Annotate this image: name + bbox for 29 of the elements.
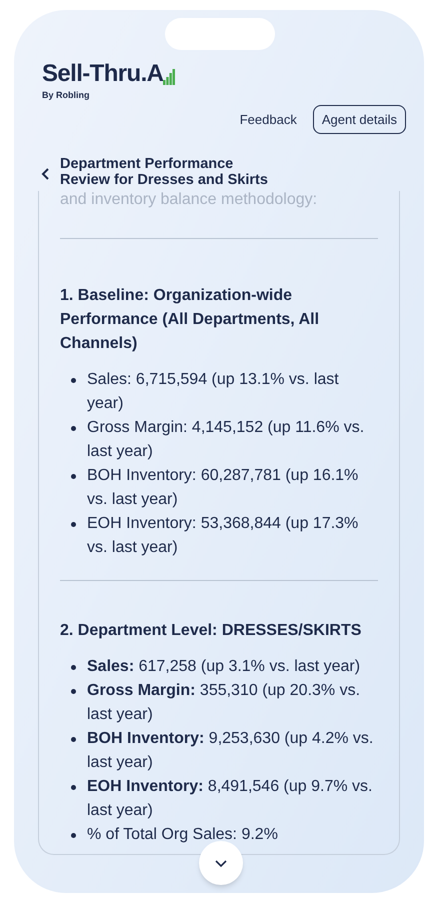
metric-text: Sales: 617,258 (up 3.1% vs. last year): [87, 657, 360, 677]
bullet-icon: [71, 474, 76, 479]
metric-text: EOH Inventory: 8,491,546 (up 9.7% vs. last year): [87, 777, 374, 821]
section-heading: 2. Department Level: DRESSES/SKIRTS: [60, 621, 362, 641]
bars-icon: [163, 69, 176, 85]
faded-text: and inventory balance methodology:: [60, 191, 318, 209]
bullet-icon: [71, 665, 76, 670]
metric-text: % of Total Org Sales: 9.2%: [87, 825, 278, 845]
agent-details-button[interactable]: Agent details: [312, 104, 406, 134]
tagline: By Robling: [42, 89, 90, 102]
bullet-icon: [71, 522, 76, 527]
feedback-link[interactable]: Feedback: [240, 110, 297, 129]
bullet-icon: [71, 378, 76, 383]
bullet-icon: [71, 737, 76, 742]
bullet-icon: [71, 426, 76, 431]
chevron-down-icon: [214, 858, 228, 868]
metric-text: Gross Margin: 4,145,152 (up 11.6% vs. last year): [87, 418, 366, 462]
metric-text: BOH Inventory: 9,253,630 (up 4.2% vs. last year): [87, 729, 374, 773]
bullet-icon: [71, 689, 76, 694]
brand-logo: Sell-Thru.A: [42, 62, 164, 86]
back-icon[interactable]: [41, 167, 51, 181]
metric-text: Gross Margin: 355,310 (up 20.3% vs. last year): [87, 681, 362, 725]
bullet-icon: [71, 833, 76, 838]
metric-text: EOH Inventory: 53,368,844 (up 17.3% vs. last year): [87, 514, 360, 558]
metric-text: BOH Inventory: 60,287,781 (up 16.1% vs. last year): [87, 466, 360, 510]
bullet-icon: [71, 785, 76, 790]
page-title: Department Performance Review for Dresses and Skirts: [60, 156, 269, 188]
metric-text: Sales: 6,715,594 (up 13.1% vs. last year): [87, 370, 340, 414]
section-heading: 1. Baseline: Organization-wide Performance (All Departments, All Channels): [60, 286, 320, 354]
